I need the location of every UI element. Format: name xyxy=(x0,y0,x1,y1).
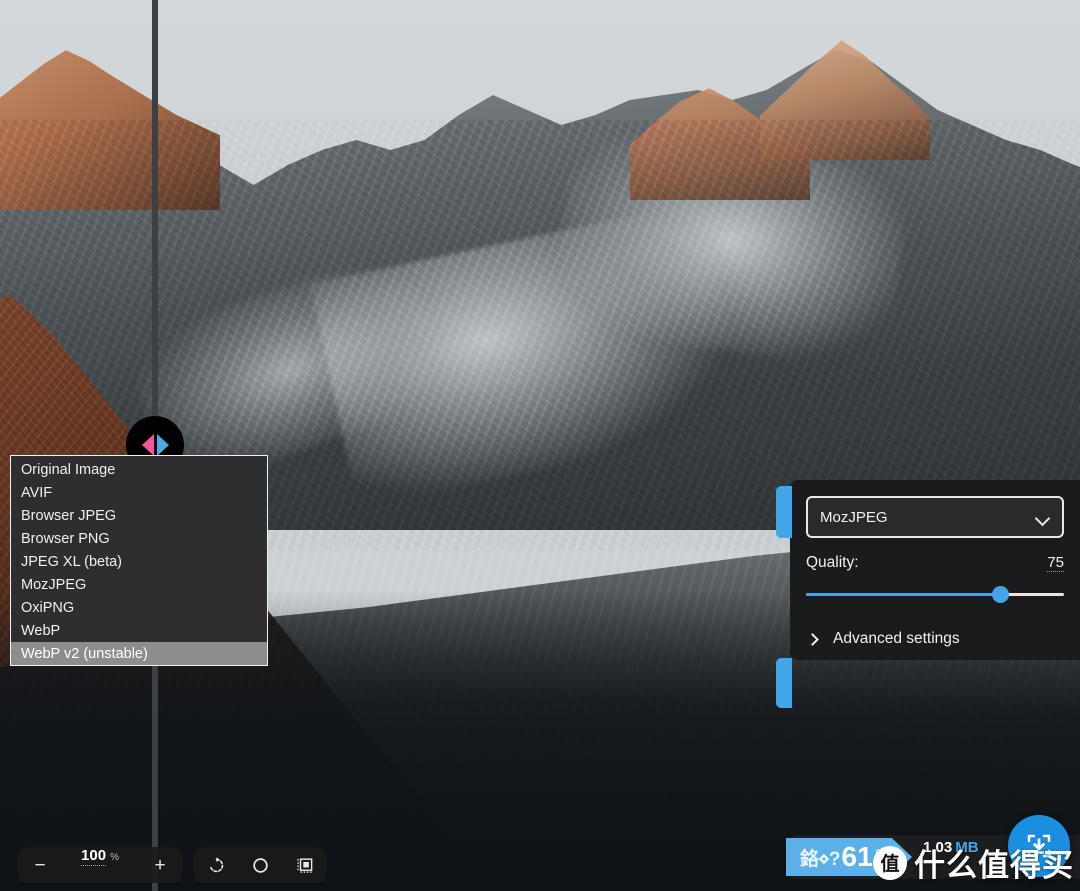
format-select-value: MozJPEG xyxy=(820,508,888,526)
quality-label: Quality: xyxy=(806,554,859,571)
chevron-right-icon xyxy=(806,632,819,646)
format-select[interactable]: MozJPEG xyxy=(806,496,1064,538)
file-size-unit: MB xyxy=(955,839,979,856)
format-option[interactable]: Original Image xyxy=(11,458,267,481)
format-option[interactable]: OxiPNG xyxy=(11,596,267,619)
reduction-badge: 鉻⋄? 61 % xyxy=(786,838,912,876)
reduction-value: 61 xyxy=(841,841,873,872)
format-option[interactable]: AVIF xyxy=(11,481,267,504)
file-size-value: 1.03 xyxy=(923,839,953,856)
download-icon xyxy=(1027,834,1051,858)
reduction-unit: % xyxy=(875,846,888,861)
format-option[interactable]: Browser PNG xyxy=(11,527,267,550)
slider-thumb[interactable] xyxy=(991,586,1009,603)
zoom-level-display[interactable]: 100 % xyxy=(62,847,138,883)
format-option[interactable]: Browser JPEG xyxy=(11,504,267,527)
arrow-right-icon xyxy=(156,434,169,456)
zoom-level-unit: % xyxy=(110,852,119,863)
panel-edge-tab xyxy=(776,486,792,538)
format-option[interactable]: WebP xyxy=(11,619,267,642)
crop-selection-icon xyxy=(296,857,312,873)
advanced-settings-label: Advanced settings xyxy=(833,630,960,647)
zoom-toolbar: − 100 % + xyxy=(18,847,326,883)
quality-row: Quality: 75 xyxy=(806,554,1064,572)
format-select-wrapper: MozJPEG xyxy=(806,496,1064,538)
zoom-out-button[interactable]: − xyxy=(18,847,62,883)
zoom-level-value: 100 xyxy=(81,847,107,866)
circle-select-button[interactable] xyxy=(238,847,282,883)
zoom-button-group: − 100 % + xyxy=(18,847,182,883)
arrow-left-icon xyxy=(141,434,154,456)
quality-slider[interactable] xyxy=(806,586,1064,604)
advanced-settings-toggle[interactable]: Advanced settings xyxy=(806,630,1064,648)
rotate-button[interactable] xyxy=(194,847,238,883)
format-option[interactable]: MozJPEG xyxy=(11,573,267,596)
download-button[interactable] xyxy=(1008,815,1070,877)
reduction-prefix: 鉻⋄? xyxy=(800,848,840,870)
zoom-in-button[interactable]: + xyxy=(138,847,182,883)
chevron-down-icon xyxy=(1037,513,1050,521)
crop-selection-button[interactable] xyxy=(282,847,326,883)
format-dropdown-list[interactable]: Original Image AVIF Browser JPEG Browser PN… xyxy=(10,455,268,666)
quality-value[interactable]: 75 xyxy=(1047,554,1064,572)
circle-select-icon xyxy=(252,857,268,873)
rotate-icon xyxy=(209,856,223,872)
panel-edge-tab xyxy=(776,658,792,708)
output-file-size: 1.03 MB xyxy=(923,839,979,856)
squoosh-app-window: − 100 % + MozJPEG Quality: 75 Advanced s… xyxy=(0,0,1080,891)
format-option[interactable]: JPEG XL (beta) xyxy=(11,550,267,573)
slider-fill xyxy=(806,593,1000,596)
format-option[interactable]: WebP v2 (unstable) xyxy=(11,642,267,665)
encoder-settings-panel: MozJPEG Quality: 75 Advanced settings xyxy=(776,480,1080,708)
view-button-group xyxy=(194,847,326,883)
